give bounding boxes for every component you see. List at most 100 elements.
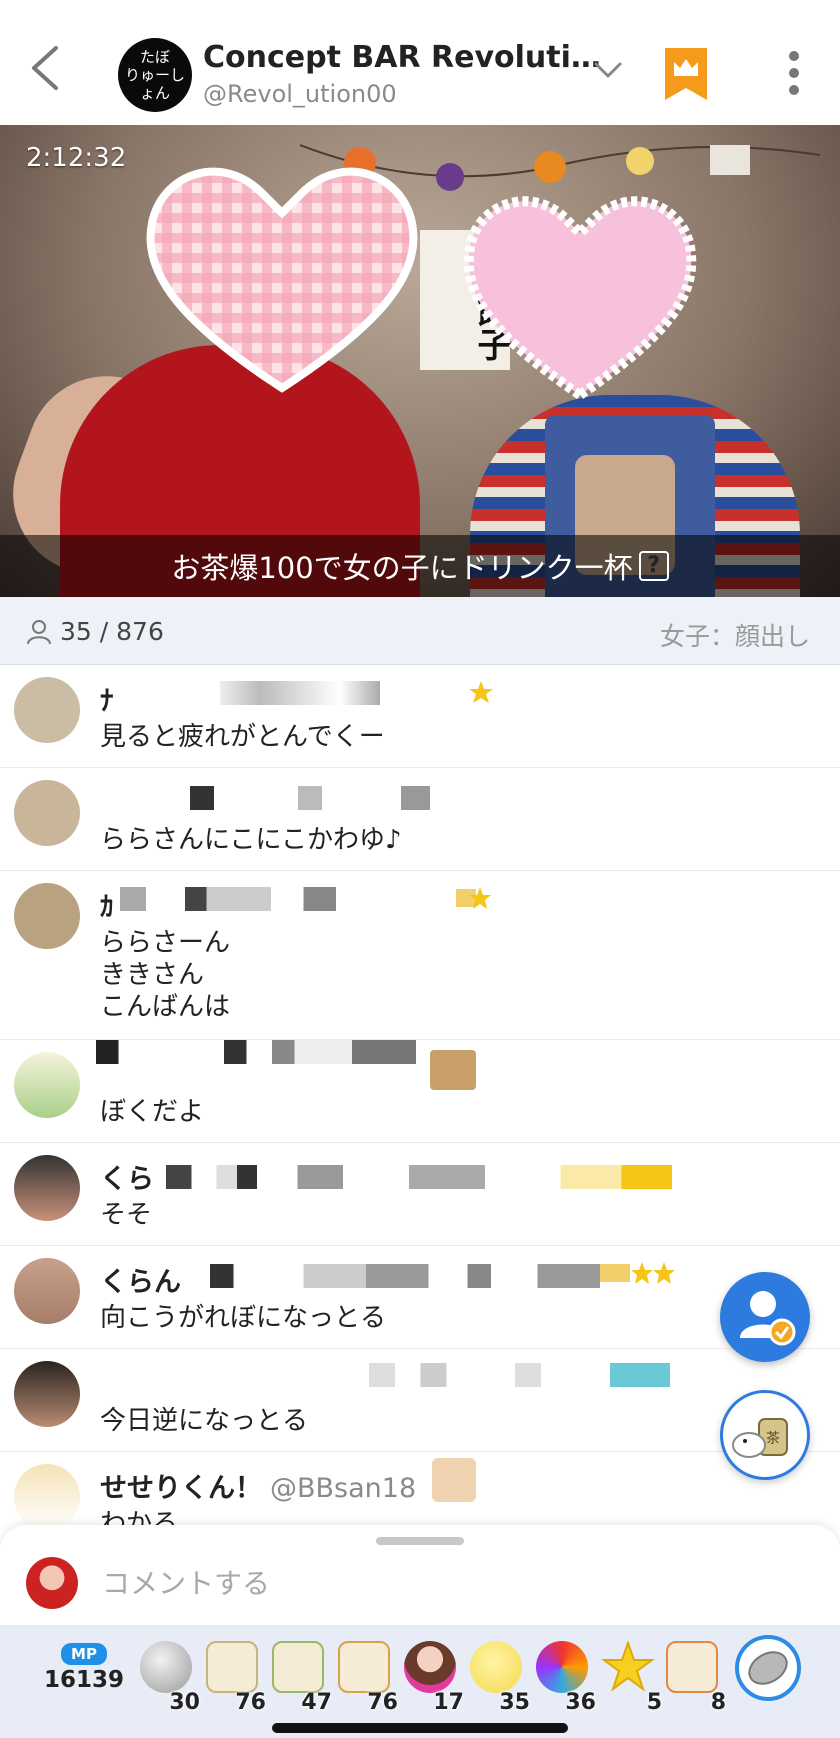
gift-fireworks[interactable]: 36	[530, 1637, 596, 1715]
sticker-image	[432, 1458, 476, 1502]
silver-coin-icon	[140, 1641, 192, 1693]
blurred-name-area	[190, 786, 430, 810]
channel-handle: @Revol_ution00	[203, 80, 397, 108]
coin-shop-button[interactable]	[735, 1635, 801, 1701]
gift-count: 76	[367, 1690, 398, 1715]
gift-tea[interactable]: 76	[332, 1637, 398, 1715]
comment-item[interactable]: 今日逆になっとる	[0, 1349, 840, 1452]
tea-gift-button[interactable]: 茶	[720, 1390, 810, 1480]
top-bar: たぼ りゅーしょん Concept BAR Revolution… @Revol…	[0, 0, 840, 125]
viewer-count: 35 / 876	[26, 617, 164, 646]
tea-cup-bird-icon: 茶	[732, 1418, 788, 1458]
gift-tea-10[interactable]: 47	[266, 1637, 332, 1715]
mp-balance[interactable]: MP 16139	[44, 1643, 124, 1693]
comment-item[interactable]: くらん 向こうがれぼになっとる	[0, 1246, 840, 1349]
comment-composer-sheet: MP 16139 30 76 47 76 17 35 36	[0, 1525, 840, 1738]
svg-text:茶: 茶	[766, 1431, 780, 1447]
comment-item[interactable]: ぼくだよ	[0, 1040, 840, 1143]
tea-cup-icon	[338, 1641, 390, 1693]
caption-help-button[interactable]: ?	[638, 551, 669, 581]
comment-item[interactable]: ららさんにこにこかわゆ♪	[0, 768, 840, 871]
membership-button[interactable]	[665, 48, 707, 100]
gift-count: 8	[710, 1690, 726, 1715]
comment-text: わかる	[100, 1509, 179, 1525]
comment-text: 今日逆になっとる	[100, 1406, 309, 1436]
star-badge-icon	[456, 887, 491, 909]
gift-bar: MP 16139 30 76 47 76 17 35 36 5 8	[0, 1625, 840, 1738]
back-button[interactable]	[22, 38, 72, 98]
more-options-button[interactable]	[782, 48, 806, 98]
commenter-avatar[interactable]	[14, 1464, 80, 1525]
channel-title[interactable]: Concept BAR Revolution…	[203, 40, 603, 75]
comment-text: そそ	[100, 1200, 153, 1230]
mp-value: 16139	[44, 1667, 125, 1693]
sheet-grabber[interactable]	[376, 1537, 464, 1545]
tea-cup-100-icon	[206, 1641, 258, 1693]
sticker-image	[430, 1050, 476, 1090]
follow-user-button[interactable]	[720, 1272, 810, 1362]
gift-count: 17	[433, 1690, 464, 1715]
gift-count: 47	[301, 1690, 332, 1715]
commenter-name: せせりくん！ @BBsan18	[100, 1466, 416, 1505]
comment-text: 向こうがれぼになっとる	[100, 1303, 387, 1333]
commenter-avatar[interactable]	[14, 1361, 80, 1427]
gift-tea-100[interactable]: 76	[200, 1637, 266, 1715]
comment-item[interactable]: ﾅ 見ると疲れがとんでくー	[0, 665, 840, 768]
chick-icon	[470, 1641, 522, 1693]
tea-cup-50-icon	[666, 1641, 718, 1693]
comment-text: 見ると疲れがとんでくー	[100, 722, 385, 752]
mp-label: MP	[61, 1643, 107, 1665]
commenter-name: くら	[100, 1164, 154, 1195]
viewer-count-text: 35 / 876	[60, 617, 164, 646]
channel-avatar-text: たぼ りゅーしょん	[124, 48, 185, 102]
commenter-avatar[interactable]	[14, 1155, 80, 1221]
star-icon	[602, 1641, 654, 1692]
commenter-handle: @BBsan18	[270, 1473, 417, 1504]
gift-count: 36	[565, 1690, 596, 1715]
expand-button[interactable]	[590, 56, 626, 86]
blurred-name-area	[210, 1264, 600, 1288]
heart-sticker-lace	[463, 196, 697, 402]
fireworks-icon	[536, 1641, 588, 1693]
gift-count: 76	[235, 1690, 266, 1715]
gift-star[interactable]: 5	[596, 1637, 662, 1715]
blurred-name-area	[220, 681, 380, 705]
caption-bar: お茶爆100で女の子にドリンク一杯 ?	[0, 535, 840, 597]
tea-cup-10-icon	[272, 1641, 324, 1693]
stream-tag: 女子：顔出し	[659, 622, 810, 651]
commenter-avatar[interactable]	[14, 883, 80, 949]
comment-item[interactable]: ｶ ららさーん ききさん こんばんは	[0, 871, 840, 1040]
home-indicator	[272, 1723, 568, 1733]
commenter-name: くらん	[100, 1267, 181, 1298]
commenter-avatar[interactable]	[14, 677, 80, 743]
channel-avatar[interactable]: たぼ りゅーしょん	[118, 38, 192, 112]
comment-item[interactable]: くら そそ	[0, 1143, 840, 1246]
gift-count: 30	[169, 1690, 200, 1715]
idol-girl-icon	[404, 1641, 456, 1693]
commenter-avatar[interactable]	[14, 1258, 80, 1324]
user-check-icon	[740, 1291, 796, 1346]
stream-timestamp: 2:12:32	[26, 143, 127, 173]
gift-silver-coin[interactable]: 30	[134, 1637, 200, 1715]
comment-item[interactable]: せせりくん！ @BBsan18 わかる	[0, 1452, 840, 1525]
star-badge-icon	[469, 681, 493, 703]
comment-list[interactable]: ﾅ 見ると疲れがとんでくー ららさんにこにこかわゆ♪ ｶ ららさーん ききさん …	[0, 665, 840, 1525]
blurred-name-area	[120, 887, 336, 911]
gift-chick[interactable]: 35	[464, 1637, 530, 1715]
person-icon	[27, 619, 51, 644]
comment-input[interactable]	[102, 1561, 702, 1605]
commenter-avatar[interactable]	[14, 1052, 80, 1118]
kebab-menu-icon	[789, 51, 799, 95]
commenter-avatar[interactable]	[14, 780, 80, 846]
gift-idol[interactable]: 17	[398, 1637, 464, 1715]
star-badge-icon	[600, 1262, 675, 1284]
video-player[interactable]: 水餃子 2:12:32 お茶爆100で女の子にドリンク一杯 ?	[0, 125, 840, 597]
commenter-name: ｶ	[100, 892, 114, 923]
gift-tea-50[interactable]: 8	[660, 1637, 726, 1715]
heart-sticker-gingham	[146, 167, 418, 393]
blurred-name-area	[240, 1363, 670, 1387]
comment-text: ららさーん ききさん こんばんは	[100, 928, 231, 1022]
crown-bookmark-icon	[665, 48, 707, 100]
my-avatar[interactable]	[26, 1557, 78, 1609]
chevron-down-icon	[594, 62, 622, 78]
